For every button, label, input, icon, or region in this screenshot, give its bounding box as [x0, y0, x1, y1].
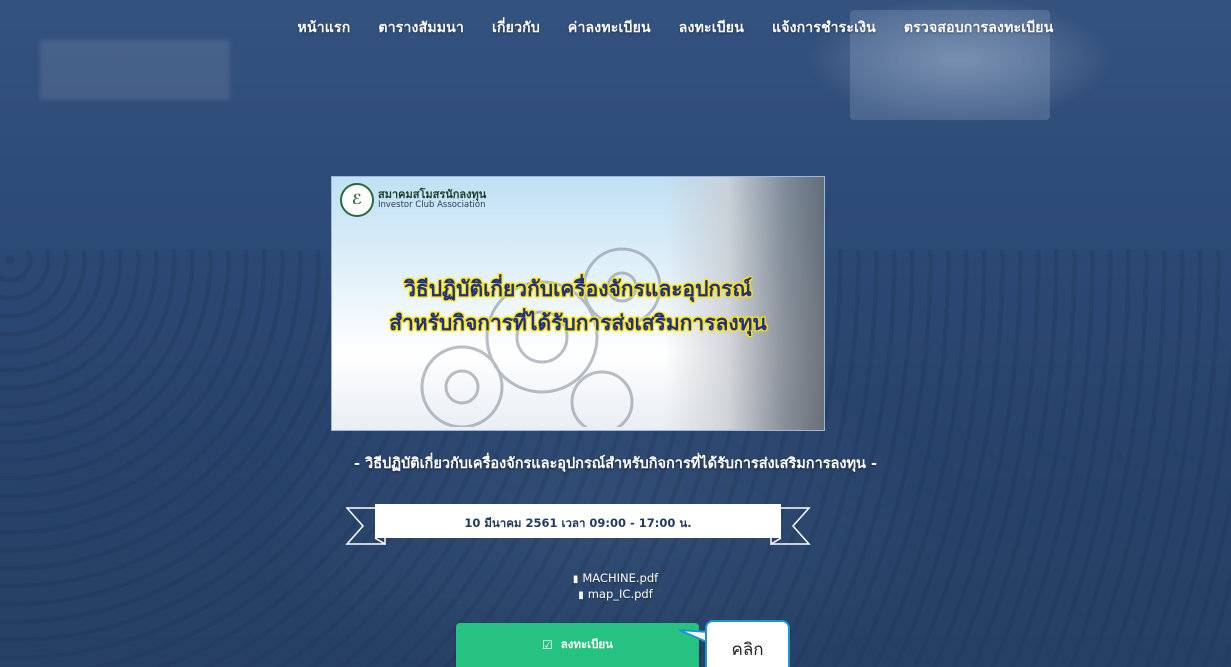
register-button-label: ลงทะเบียน [560, 637, 613, 651]
banner-headline: วิธีปฏิบัติเกี่ยวกับเครื่องจักรและอุปกรณ… [332, 272, 824, 340]
association-logo: ℰ สมาคมสโมสรนักลงทุน Investor Club Assoc… [340, 183, 486, 217]
event-banner-image: ℰ สมาคมสโมสรนักลงทุน Investor Club Assoc… [331, 176, 825, 431]
banner-headline-line2: สำหรับกิจการที่ได้รับการส่งเสริมการลงทุน [389, 311, 767, 335]
file-name: map_IC.pdf [587, 587, 653, 601]
event-date-time: 10 มีนาคม 2561 เวลา 09:00 - 17:00 น. [464, 516, 692, 530]
click-callout: คลิก [705, 620, 790, 667]
callout-text: คลิก [731, 640, 764, 660]
file-link-machine[interactable]: ▮ MACHINE.pdf [0, 571, 1231, 587]
logo-name-en: Investor Club Association [378, 200, 486, 211]
nav-item-fees[interactable]: ค่าลงทะเบียน [568, 17, 651, 39]
event-subtitle: - วิธีปฏิบัติเกี่ยวกับเครื่องจักรและอุปก… [353, 456, 877, 472]
nav-item-register[interactable]: ลงทะเบียน [679, 17, 744, 39]
attachment-list: ▮ MACHINE.pdf ▮ map_IC.pdf [0, 571, 1231, 603]
date-ribbon: 10 มีนาคม 2561 เวลา 09:00 - 17:00 น. [345, 502, 811, 550]
nav-item-home[interactable]: หน้าแรก [298, 17, 351, 39]
file-icon: ▮ [578, 590, 584, 601]
nav-item-schedule[interactable]: ตารางสัมมนา [378, 17, 464, 39]
logo-emblem-icon: ℰ [340, 183, 374, 217]
banner-headline-line1: วิธีปฏิบัติเกี่ยวกับเครื่องจักรและอุปกรณ… [404, 277, 752, 301]
file-name: MACHINE.pdf [582, 571, 659, 585]
check-square-icon: ☑ [541, 638, 553, 652]
nav-item-check-registration[interactable]: ตรวจสอบการลงทะเบียน [904, 17, 1054, 39]
file-icon: ▮ [572, 574, 579, 585]
file-link-map[interactable]: ▮ map_IC.pdf [0, 587, 1231, 603]
top-nav: หน้าแรก ตารางสัมมนา เกี่ยวกับ ค่าลงทะเบี… [0, 17, 1231, 39]
nav-item-payment[interactable]: แจ้งการชำระเงิน [772, 17, 876, 39]
nav-item-about[interactable]: เกี่ยวกับ [492, 17, 540, 39]
register-button[interactable]: ☑ ลงทะเบียน [456, 623, 699, 667]
